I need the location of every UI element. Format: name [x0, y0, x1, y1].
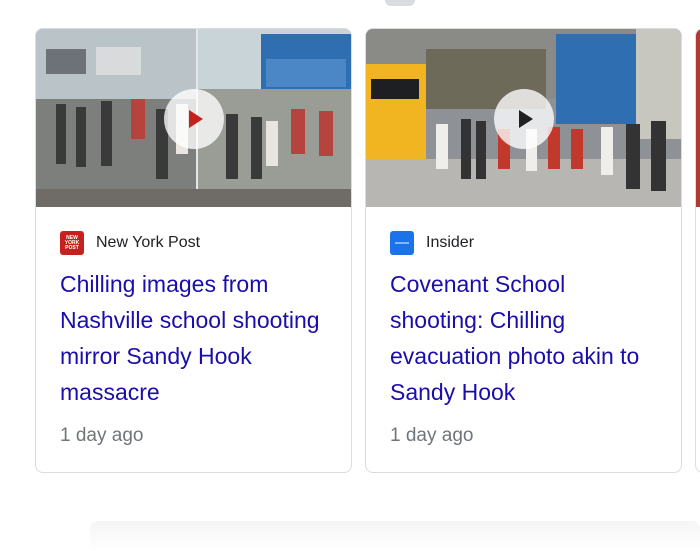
play-button[interactable] — [493, 89, 554, 149]
news-card-insider[interactable]: Insider Covenant School shooting: Chilli… — [365, 28, 682, 473]
news-card-partial[interactable] — [695, 28, 700, 473]
play-icon — [519, 110, 533, 128]
source-name: Insider — [426, 234, 475, 251]
next-section-edge — [90, 521, 700, 551]
new-york-post-logo-icon: NEW YORK POST — [60, 231, 84, 255]
play-button[interactable] — [163, 89, 224, 149]
source-name: New York Post — [96, 234, 201, 251]
headline-link[interactable]: Chilling images from Nashville school sh… — [60, 266, 330, 410]
play-icon — [189, 110, 203, 128]
news-thumbnail[interactable] — [36, 29, 351, 207]
published-time: 1 day ago — [390, 425, 474, 446]
headline-link[interactable]: Covenant School shooting: Chilling evacu… — [390, 266, 660, 410]
previous-section-edge — [385, 0, 415, 6]
news-card-new-york-post[interactable]: NEW YORK POST New York Post Chilling image… — [35, 28, 352, 473]
news-thumbnail[interactable] — [696, 29, 700, 207]
news-thumbnail[interactable] — [366, 29, 681, 207]
news-source: Insider — [390, 231, 474, 255]
news-source: NEW YORK POST New York Post — [60, 231, 200, 255]
insider-logo-icon — [390, 231, 414, 255]
published-time: 1 day ago — [60, 425, 144, 446]
